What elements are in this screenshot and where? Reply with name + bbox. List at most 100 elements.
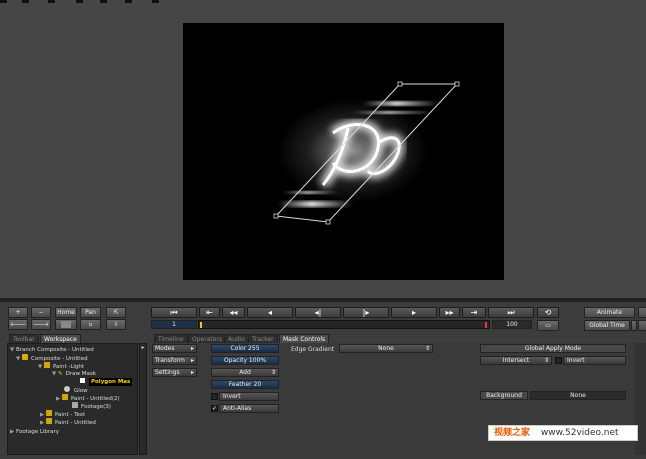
dropdown-arrow-icon: ⇕ — [270, 369, 276, 376]
modes-label: Modes — [155, 345, 175, 352]
global-invert-checkbox[interactable] — [555, 357, 562, 364]
modes-button[interactable]: Modes ▸ — [152, 344, 197, 353]
paint-icon — [45, 418, 52, 424]
play-forward-icon[interactable]: ▸ — [391, 307, 437, 318]
opacity-field[interactable]: Opacity 100% — [211, 356, 279, 365]
scroll-arrow-icon[interactable]: ▸ — [140, 344, 146, 351]
tree-item-label: Branch Composite - Untitled — [15, 347, 94, 353]
site-watermark: 视频之家 www.52video.net — [488, 425, 638, 441]
anti-alias-label: Anti-Alias — [219, 404, 279, 413]
workspace-tree: ▼ Branch Composite - Untitled ▼ Composit… — [7, 343, 138, 455]
set-in-icon[interactable]: ⇤ — [199, 307, 220, 318]
global-time-extra[interactable] — [638, 320, 646, 331]
tree-item[interactable]: ▼ ✎ Draw Mask — [52, 370, 96, 378]
step-forward-icon[interactable]: |▸ — [343, 307, 389, 318]
settings-button[interactable]: Settings ▸ — [152, 368, 197, 377]
transform-label: Transform — [155, 357, 185, 364]
mask-artwork — [273, 81, 460, 225]
animate-button[interactable]: Animate — [584, 307, 635, 318]
arrow-down-icon[interactable]: ⇩ — [106, 319, 126, 330]
tab-audio[interactable]: Audio — [224, 334, 250, 343]
light-streak — [283, 191, 338, 194]
tree-item[interactable]: Footage(3) — [72, 402, 111, 410]
paint-icon — [43, 362, 50, 368]
global-invert-label: Invert — [563, 356, 626, 365]
light-streak — [363, 101, 438, 106]
glow-blob — [278, 99, 428, 203]
global-apply-mode-header: Global Apply Mode — [480, 344, 626, 353]
mask-handle[interactable] — [397, 81, 403, 87]
mask-handle[interactable] — [325, 219, 331, 225]
playhead[interactable] — [200, 322, 202, 328]
paint-icon — [45, 410, 52, 416]
tab-timeline[interactable]: Timeline — [154, 334, 188, 343]
edge-gradient-dropdown[interactable]: None ⇕ — [339, 344, 433, 353]
tab-toolbar[interactable]: Toolbar — [9, 334, 39, 343]
go-to-end-icon[interactable]: ⏭ — [488, 307, 534, 318]
swatch-icon — [61, 321, 71, 328]
arrow-right-icon[interactable]: 🡒 — [31, 319, 51, 330]
dropdown-arrow-icon: ⇕ — [543, 357, 549, 364]
mask-controls-panel: Modes ▸ Transform ▸ Settings ▸ Color 255 Op… — [151, 343, 646, 459]
tree-item[interactable]: ▶ Paint - Untitled(2) — [56, 394, 120, 402]
intersect-dropdown[interactable]: Intersect ⇕ — [480, 356, 552, 365]
tree-item[interactable]: ▶ Paint - Text — [40, 410, 85, 418]
glow-icon — [64, 386, 70, 392]
tree-item-label: Paint - Untitled — [54, 420, 96, 426]
tab-workspace[interactable]: Workspace — [40, 334, 81, 343]
timeline-scrubber[interactable] — [198, 320, 490, 329]
mask-handle[interactable] — [454, 81, 460, 87]
tree-item[interactable]: ▶ Paint - Untitled — [40, 418, 96, 426]
next-key-icon[interactable]: ▸▸ — [439, 307, 460, 318]
home-button[interactable]: Home — [55, 307, 77, 318]
frame-options-icon[interactable]: ▭ — [537, 320, 559, 331]
light-streak — [353, 111, 433, 114]
tab-operators[interactable]: Operators — [188, 334, 226, 343]
go-to-start-icon[interactable]: ⏮ — [151, 307, 197, 318]
global-time-button[interactable]: Global Time — [584, 320, 630, 331]
arrow-left-icon[interactable]: 🡐 — [8, 319, 28, 330]
tab-mask-controls[interactable]: Mask Controls — [279, 334, 330, 343]
invert-label: Invert — [219, 392, 279, 401]
tree-item[interactable]: ▼ Paint -Light — [38, 362, 84, 370]
step-backward-icon[interactable]: ◂| — [295, 307, 341, 318]
global-time-dropdown[interactable] — [631, 320, 637, 331]
tree-scrollbar[interactable]: ▸ — [139, 343, 147, 455]
background-label: Background — [480, 391, 528, 400]
mask-handle[interactable] — [273, 213, 279, 219]
watermark-url: www.52video.net — [540, 428, 619, 438]
background-value[interactable]: None — [530, 391, 626, 400]
prev-key-icon[interactable]: ◂◂ — [222, 307, 245, 318]
invert-checkbox[interactable] — [211, 393, 218, 400]
tree-item-label: Polygon Mas — [89, 378, 133, 386]
mode-dropdown[interactable]: Add ⇕ — [211, 368, 279, 377]
viewer-area — [0, 0, 646, 298]
composite-icon — [21, 354, 28, 360]
tree-item-polygon-mask[interactable]: Polygon Mas — [80, 378, 133, 386]
color-swatch-button[interactable] — [55, 319, 77, 330]
tree-item[interactable]: ▼ Branch Composite - Untitled — [10, 346, 94, 354]
mode-value: Add — [239, 369, 251, 376]
tree-item[interactable]: ▼ Composite - Untitled — [16, 354, 88, 362]
tree-item[interactable]: Glow — [64, 386, 88, 394]
set-out-icon[interactable]: ⇥ — [462, 307, 486, 318]
top-strip — [0, 0, 160, 3]
pan-button[interactable]: Pan — [80, 307, 101, 318]
end-frame-field[interactable]: 100 — [492, 320, 532, 329]
current-frame-field[interactable]: 1 — [151, 320, 197, 329]
zoom-in-button[interactable]: + — [8, 307, 28, 318]
chevron-right-icon: ▸ — [190, 369, 194, 376]
feather-field[interactable]: Feather 20 — [211, 380, 279, 389]
play-backward-icon[interactable]: ◂ — [247, 307, 293, 318]
anti-alias-checkbox[interactable]: ✓ — [211, 405, 218, 412]
transform-button[interactable]: Transform ▸ — [152, 356, 197, 365]
animate-extra-button[interactable] — [638, 307, 646, 318]
composite-canvas[interactable] — [183, 23, 504, 280]
grid-icon[interactable]: ▫ — [80, 319, 101, 330]
loop-icon[interactable]: ⟲ — [537, 307, 559, 318]
fit-view-icon[interactable]: ⇱ — [106, 307, 126, 318]
zoom-out-button[interactable]: − — [31, 307, 51, 318]
color-field[interactable]: Color 255 — [211, 344, 279, 353]
tree-item[interactable]: ▶ Footage Library — [10, 428, 59, 436]
tab-tracker[interactable]: Tracker — [248, 334, 278, 343]
